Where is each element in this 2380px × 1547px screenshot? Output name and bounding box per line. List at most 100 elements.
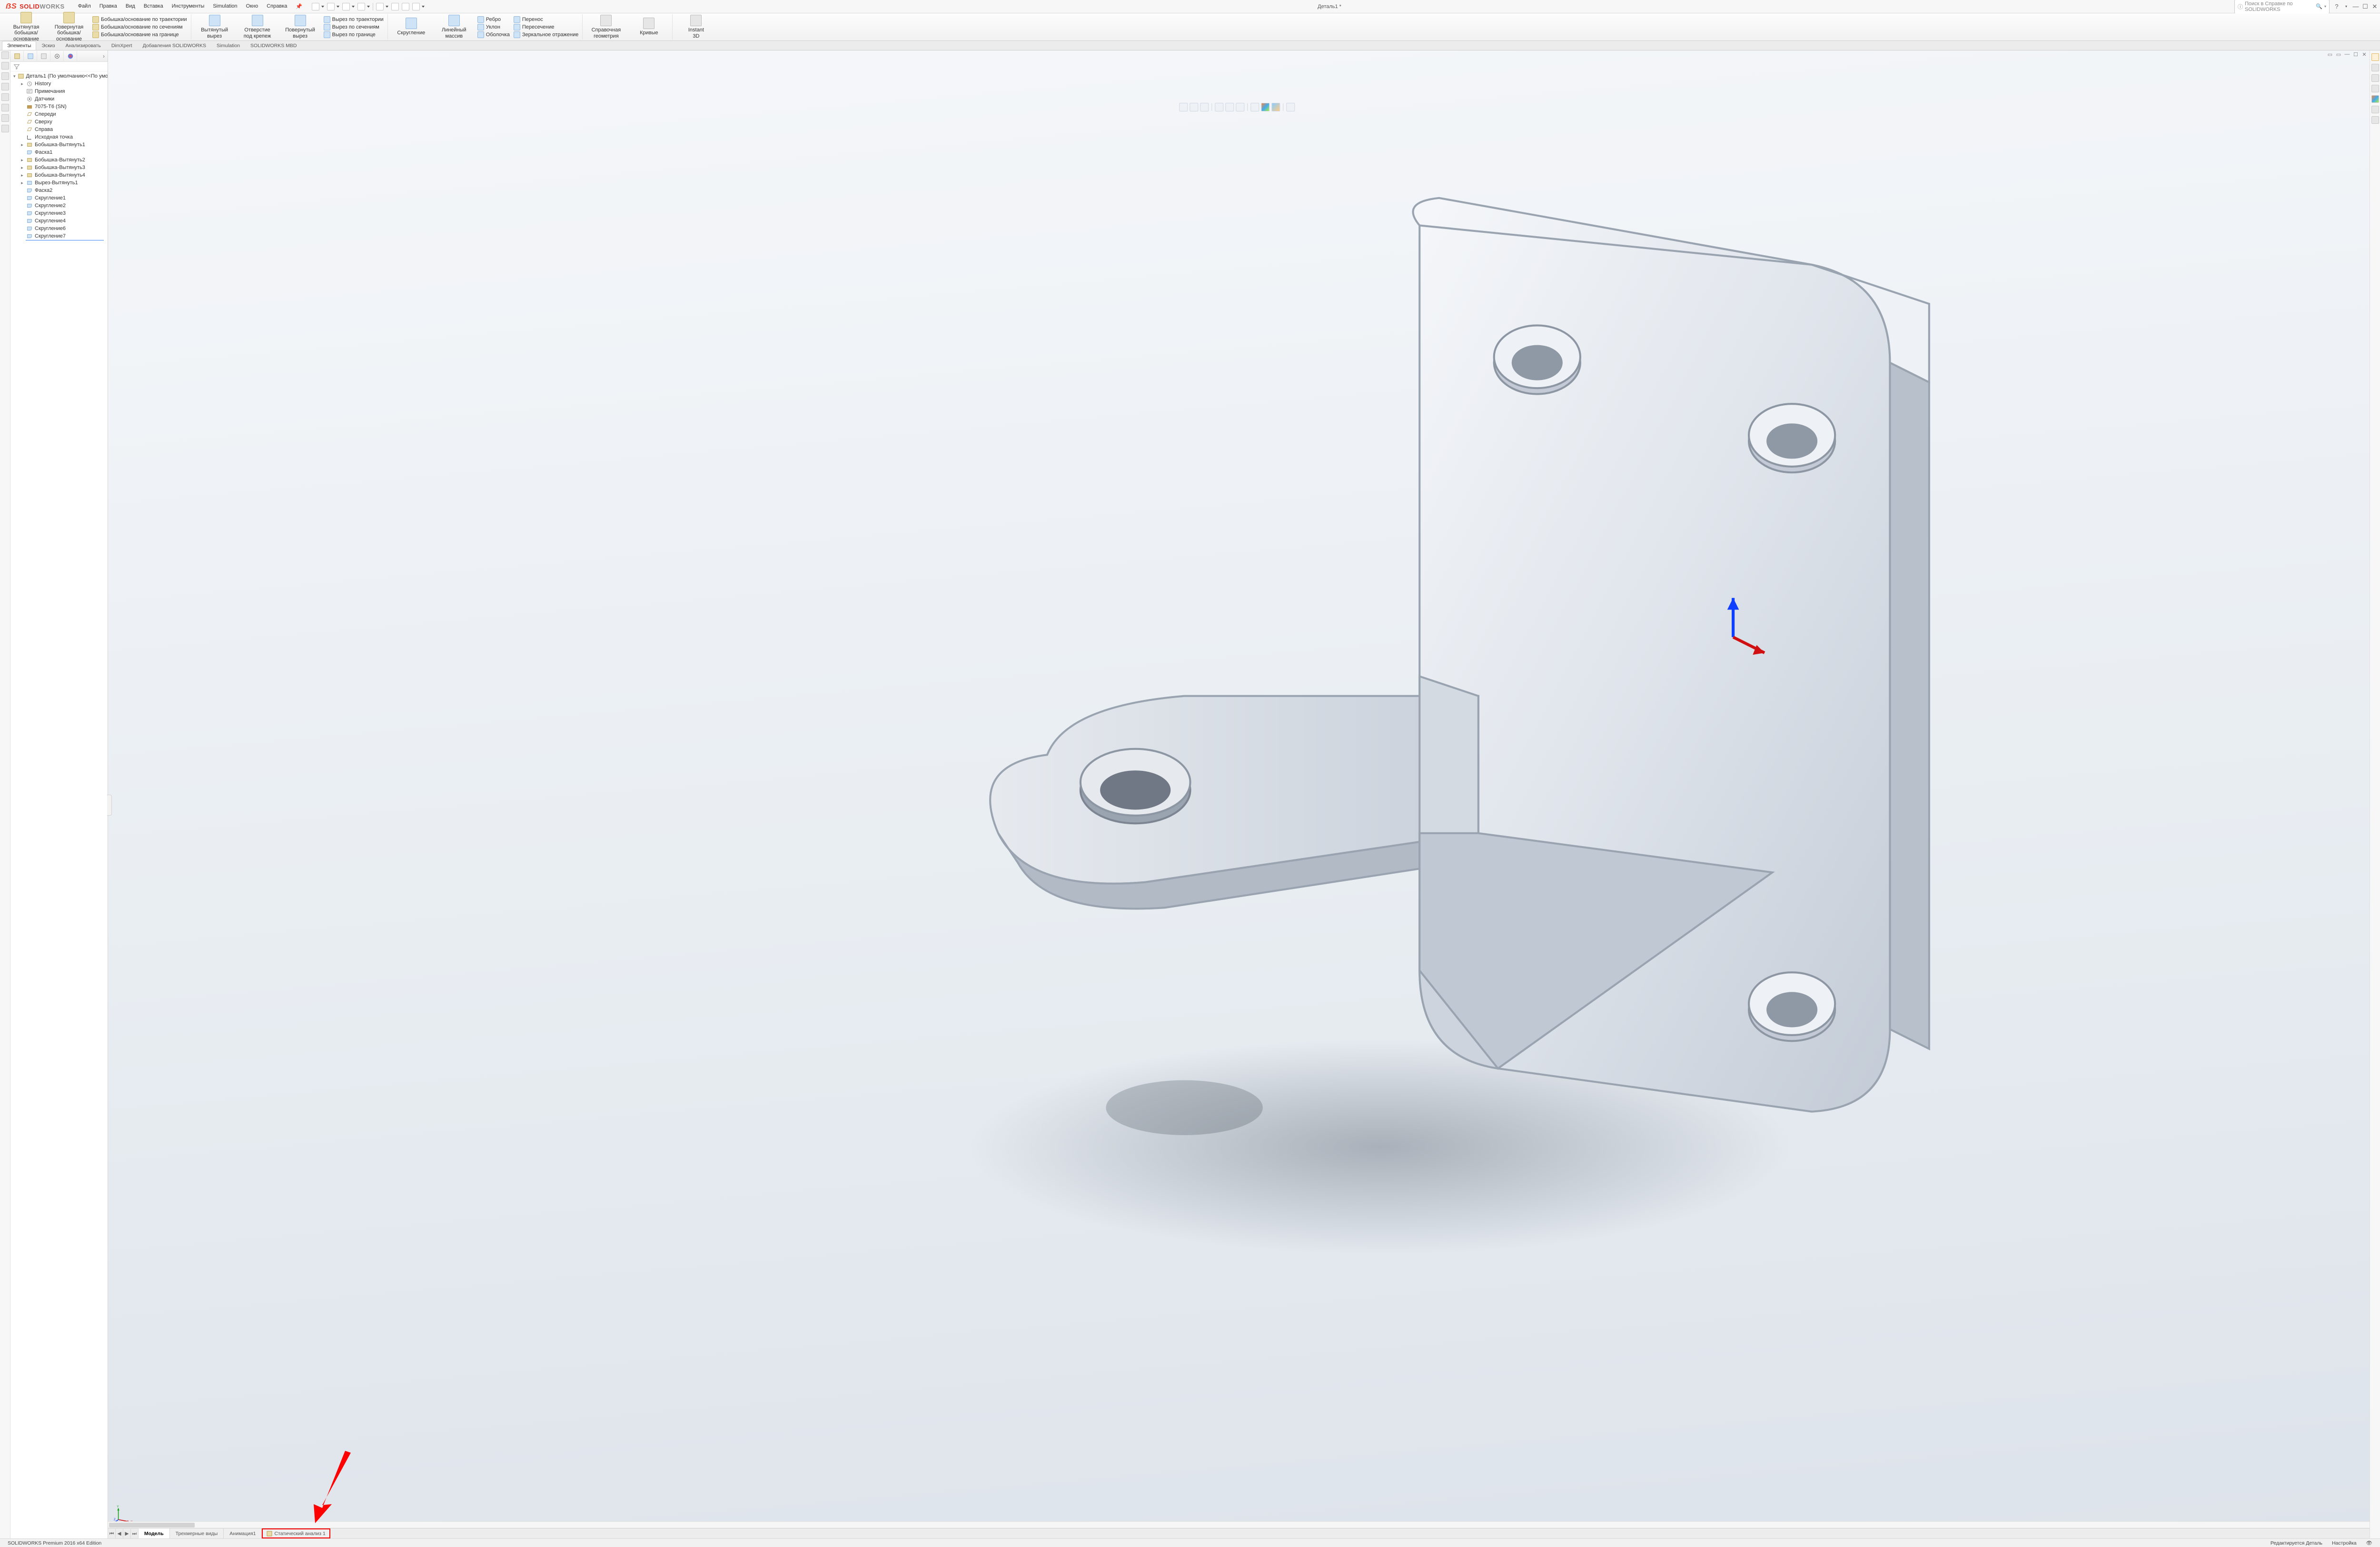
taskpane-appearances-icon[interactable] bbox=[2371, 106, 2379, 113]
btab-nav-last[interactable]: ⏭ bbox=[131, 1529, 139, 1538]
hide-show-icon[interactable] bbox=[1250, 103, 1259, 111]
move-button[interactable]: Перенос bbox=[514, 16, 579, 23]
tree-chamfer2[interactable]: Фаска2 bbox=[10, 187, 108, 194]
select-dropdown[interactable] bbox=[386, 6, 388, 8]
tree-origin[interactable]: Исходная точка bbox=[10, 133, 108, 141]
left-tool-1-icon[interactable] bbox=[1, 51, 9, 59]
extruded-boss-button[interactable]: Вытянутая бобышка/основание bbox=[7, 12, 46, 42]
cmtab-features[interactable]: Элементы bbox=[2, 41, 36, 50]
save-icon[interactable] bbox=[342, 3, 350, 10]
tree-sensors[interactable]: Датчики bbox=[10, 95, 108, 103]
panel-collapse-handle[interactable] bbox=[107, 795, 112, 816]
tree-history[interactable]: ▸History bbox=[10, 80, 108, 88]
status-custom[interactable]: Настройка bbox=[2327, 1540, 2361, 1546]
cmtab-evaluate[interactable]: Анализировать bbox=[60, 41, 106, 50]
maximize-button[interactable]: ☐ bbox=[2362, 3, 2369, 10]
mdi-close-button[interactable]: ✕ bbox=[2361, 51, 2368, 58]
display-style-icon[interactable] bbox=[1236, 103, 1244, 111]
menu-window[interactable]: Окно bbox=[242, 1, 262, 11]
close-button[interactable]: ✕ bbox=[2371, 3, 2378, 10]
tab-animation[interactable]: Анимация1 bbox=[224, 1528, 262, 1538]
tree-fillet6[interactable]: Скругление6 bbox=[10, 225, 108, 232]
search-dropdown-icon[interactable]: ▾ bbox=[2324, 4, 2326, 9]
help-search-box[interactable]: ⓘ Поиск в Справке по SOLIDWORKS 🔍 ▾ bbox=[2234, 0, 2330, 14]
lofted-boss-button[interactable]: Бобышка/основание по сечениям bbox=[92, 24, 187, 30]
left-tool-2-icon[interactable] bbox=[1, 62, 9, 70]
left-tool-7-icon[interactable] bbox=[1, 114, 9, 122]
cmtab-dimxpert[interactable]: DimXpert bbox=[106, 41, 138, 50]
help-icon[interactable]: ? bbox=[2333, 3, 2340, 10]
zoom-to-fit-icon[interactable] bbox=[1179, 103, 1188, 111]
mdi-maximize-button[interactable]: ☐ bbox=[2352, 51, 2359, 58]
left-tool-6-icon[interactable] bbox=[1, 104, 9, 111]
boundary-cut-button[interactable]: Вырез по границе bbox=[324, 31, 384, 38]
mdi-minimize-button[interactable]: — bbox=[2344, 51, 2350, 58]
tree-boss-extrude2[interactable]: ▸Бобышка-Вытянуть2 bbox=[10, 156, 108, 164]
mdi-tile-icon[interactable]: ▭ bbox=[2327, 51, 2333, 58]
print-icon[interactable] bbox=[357, 3, 365, 10]
mdi-tile2-icon[interactable]: ▭ bbox=[2335, 51, 2342, 58]
tree-fillet1[interactable]: Скругление1 bbox=[10, 194, 108, 202]
swept-cut-button[interactable]: Вырез по траектории bbox=[324, 16, 384, 23]
viewport-hscrollbar[interactable] bbox=[108, 1521, 2370, 1528]
btab-nav-next[interactable]: ▶ bbox=[123, 1529, 131, 1538]
cmtab-addins[interactable]: Добавления SOLIDWORKS bbox=[138, 41, 211, 50]
menu-tools[interactable]: Инструменты bbox=[168, 1, 208, 11]
edit-appearance-icon[interactable] bbox=[1261, 103, 1269, 111]
menu-pin-icon[interactable]: 📌 bbox=[292, 1, 306, 11]
status-flag-icon[interactable]: 👁 bbox=[2361, 1540, 2377, 1546]
taskpane-home-icon[interactable] bbox=[2371, 53, 2379, 61]
tree-boss-extrude3[interactable]: ▸Бобышка-Вытянуть3 bbox=[10, 164, 108, 171]
tree-fillet3[interactable]: Скругление3 bbox=[10, 210, 108, 217]
cmtab-mbd[interactable]: SOLIDWORKS MBD bbox=[245, 41, 302, 50]
taskpane-custom-props-icon[interactable] bbox=[2371, 116, 2379, 124]
tree-plane-front[interactable]: Спереди bbox=[10, 110, 108, 118]
tree-plane-right[interactable]: Справа bbox=[10, 126, 108, 133]
taskpane-view-palette-icon[interactable] bbox=[2371, 95, 2379, 103]
tree-cut-extrude1[interactable]: ▸Вырез-Вытянуть1 bbox=[10, 179, 108, 187]
revolved-cut-button[interactable]: Повернутый вырез bbox=[281, 15, 320, 39]
btab-nav-prev[interactable]: ◀ bbox=[116, 1529, 123, 1538]
tab-model[interactable]: Модель bbox=[139, 1528, 170, 1538]
fm-config-tab-icon[interactable] bbox=[37, 51, 50, 61]
taskpane-resources-icon[interactable] bbox=[2371, 64, 2379, 71]
zoom-area-icon[interactable] bbox=[1190, 103, 1198, 111]
menu-view[interactable]: Вид bbox=[122, 1, 139, 11]
cmtab-simulation[interactable]: Simulation bbox=[211, 41, 245, 50]
graphics-viewport[interactable]: ▭ ▭ — ☐ ✕ bbox=[108, 50, 2370, 1538]
view-settings-icon[interactable] bbox=[1286, 103, 1295, 111]
print-dropdown[interactable] bbox=[367, 6, 370, 8]
menu-insert[interactable]: Вставка bbox=[140, 1, 167, 11]
fm-more-tab-icon[interactable]: › bbox=[77, 51, 108, 61]
new-doc-dropdown[interactable] bbox=[321, 6, 324, 8]
view-orientation-icon[interactable] bbox=[1225, 103, 1234, 111]
section-view-icon[interactable] bbox=[1215, 103, 1223, 111]
tree-material[interactable]: 7075-T6 (SN) bbox=[10, 103, 108, 110]
taskpane-design-library-icon[interactable] bbox=[2371, 74, 2379, 82]
tree-plane-top[interactable]: Сверху bbox=[10, 118, 108, 126]
fillet-button[interactable]: Скругление bbox=[392, 18, 431, 36]
tab-static-study[interactable]: Статический анализ 1 bbox=[262, 1528, 330, 1538]
fm-dimxpert-tab-icon[interactable] bbox=[50, 51, 64, 61]
tree-annotations[interactable]: Примечания bbox=[10, 88, 108, 95]
save-dropdown[interactable] bbox=[352, 6, 355, 8]
new-doc-icon[interactable] bbox=[312, 3, 319, 10]
hole-wizard-button[interactable]: Отверстие под крепеж bbox=[238, 15, 277, 39]
swept-boss-button[interactable]: Бобышка/основание по траектории bbox=[92, 16, 187, 23]
instant3d-button[interactable]: Instant 3D bbox=[676, 15, 715, 39]
curves-button[interactable]: Кривые bbox=[629, 18, 668, 36]
open-doc-icon[interactable] bbox=[327, 3, 335, 10]
menu-edit[interactable]: Правка bbox=[96, 1, 121, 11]
tree-fillet4[interactable]: Скругление4 bbox=[10, 217, 108, 225]
rebuild-icon[interactable] bbox=[391, 3, 399, 10]
rib-button[interactable]: Ребро bbox=[477, 16, 510, 23]
apply-scene-icon[interactable] bbox=[1271, 103, 1280, 111]
left-tool-4-icon[interactable] bbox=[1, 83, 9, 90]
tree-boss-extrude4[interactable]: ▸Бобышка-Вытянуть4 bbox=[10, 171, 108, 179]
minimize-button[interactable]: — bbox=[2352, 3, 2359, 10]
tree-fillet7[interactable]: Скругление7 bbox=[10, 232, 108, 240]
shell-button[interactable]: Оболочка bbox=[477, 31, 510, 38]
menu-simulation[interactable]: Simulation bbox=[209, 1, 241, 11]
left-tool-3-icon[interactable] bbox=[1, 72, 9, 80]
fm-display-tab-icon[interactable] bbox=[64, 51, 77, 61]
